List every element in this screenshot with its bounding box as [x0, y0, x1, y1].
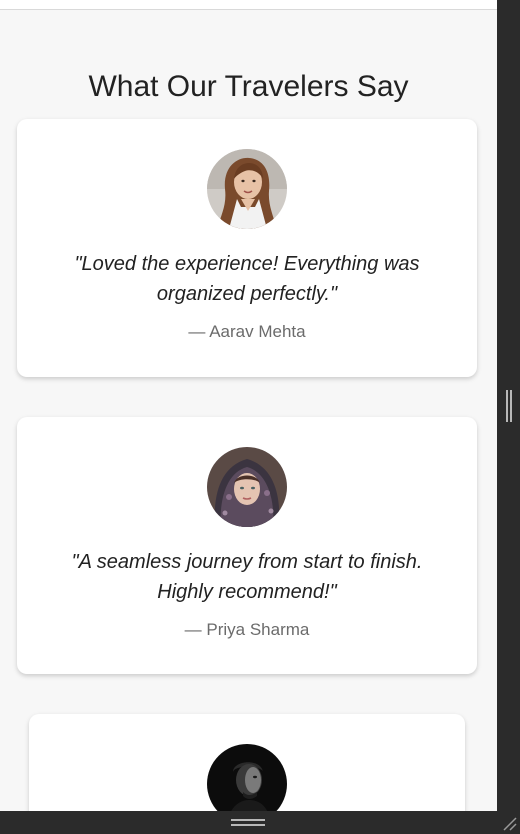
testimonial-author: — Aarav Mehta: [188, 322, 306, 341]
avatar-third: [207, 744, 287, 811]
scrollbar-grip-icon[interactable]: [506, 390, 512, 422]
testimonial-card: [29, 714, 465, 811]
page-viewport: What Our Travelers Say "Loved the experi…: [0, 0, 497, 811]
avatar-priya: [207, 447, 287, 527]
top-divider: [0, 0, 497, 10]
woman-portrait-icon: [207, 149, 287, 229]
avatar-aarav: [207, 149, 287, 229]
testimonial-quote: "Loved the experience! Everything was or…: [74, 253, 420, 305]
resize-corner-icon[interactable]: [500, 814, 518, 832]
testimonial-author: — Priya Sharma: [184, 620, 310, 639]
testimonial-card: "Loved the experience! Everything was or…: [17, 119, 477, 377]
testimonial-card: "A seamless journey from start to finish…: [17, 417, 477, 674]
section-title: What Our Travelers Say: [88, 70, 409, 103]
woman-headscarf-portrait-icon: [207, 447, 287, 527]
man-portrait-dark-icon: [207, 744, 287, 811]
drag-handle-icon[interactable]: [231, 819, 265, 827]
testimonial-quote: "A seamless journey from start to finish…: [71, 551, 423, 603]
